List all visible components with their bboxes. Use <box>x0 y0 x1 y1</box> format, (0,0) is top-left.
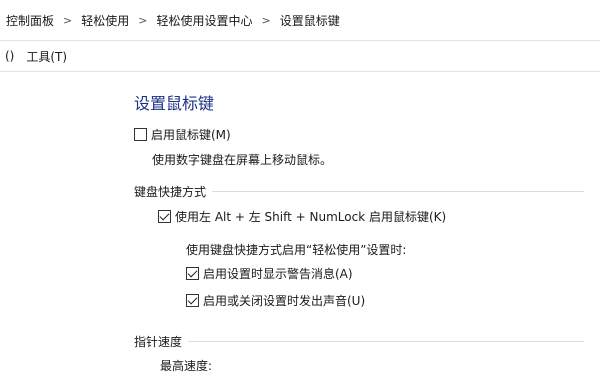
keyboard-shortcut-section-header: 键盘快捷方式 <box>134 183 584 200</box>
page-title: 设置鼠标键 <box>134 94 215 113</box>
checkbox-box[interactable] <box>186 294 199 307</box>
breadcrumb-item-mouse-keys[interactable]: 设置鼠标键 <box>280 12 340 29</box>
menu-bar: () 工具(T) <box>0 42 67 70</box>
show-warning-label: 启用设置时显示警告消息(A) <box>203 267 353 281</box>
chevron-right-icon[interactable]: > <box>138 14 147 27</box>
enable-mouse-keys-checkbox[interactable]: 启用鼠标键(M) <box>134 126 231 143</box>
menu-item-partial[interactable]: () <box>5 49 14 63</box>
breadcrumb-item-ease-of-access-center[interactable]: 轻松使用设置中心 <box>156 12 252 29</box>
checkbox-box[interactable] <box>158 210 171 223</box>
menu-item-tools[interactable]: 工具(T) <box>26 48 67 65</box>
enable-mouse-keys-label: 启用鼠标键(M) <box>151 128 231 142</box>
show-warning-checkbox[interactable]: 启用设置时显示警告消息(A) <box>186 265 353 282</box>
mouse-keys-description: 使用数字键盘在屏幕上移动鼠标。 <box>152 153 333 167</box>
pointer-speed-section-label: 指针速度 <box>134 335 183 349</box>
make-sound-checkbox[interactable]: 启用或关闭设置时发出声音(U) <box>186 292 365 309</box>
shortcut-checkbox[interactable]: 使用左 Alt + 左 Shift + NumLock 启用鼠标键(K) <box>158 208 446 225</box>
breadcrumb-item-ease-of-access[interactable]: 轻松使用 <box>81 12 129 29</box>
breadcrumb: 控制面板 > 轻松使用 > 轻松使用设置中心 > 设置鼠标键 <box>0 0 600 40</box>
address-bar-divider <box>0 40 600 41</box>
pointer-speed-section-header: 指针速度 <box>134 333 584 350</box>
chevron-right-icon[interactable]: > <box>261 14 270 27</box>
checkbox-box[interactable] <box>134 128 147 141</box>
breadcrumb-item-control-panel[interactable]: 控制面板 <box>6 12 54 29</box>
checkbox-box[interactable] <box>186 267 199 280</box>
section-divider <box>212 191 584 192</box>
shortcut-sub-heading: 使用键盘快捷方式启用“轻松使用”设置时: <box>186 243 407 257</box>
keyboard-shortcut-section-label: 键盘快捷方式 <box>134 185 207 199</box>
top-speed-label: 最高速度: <box>160 359 213 373</box>
section-divider <box>188 341 584 342</box>
make-sound-label: 启用或关闭设置时发出声音(U) <box>203 294 366 308</box>
chevron-right-icon[interactable]: > <box>63 14 72 27</box>
menu-bar-divider <box>0 71 600 72</box>
shortcut-label: 使用左 Alt + 左 Shift + NumLock 启用鼠标键(K) <box>175 210 447 224</box>
